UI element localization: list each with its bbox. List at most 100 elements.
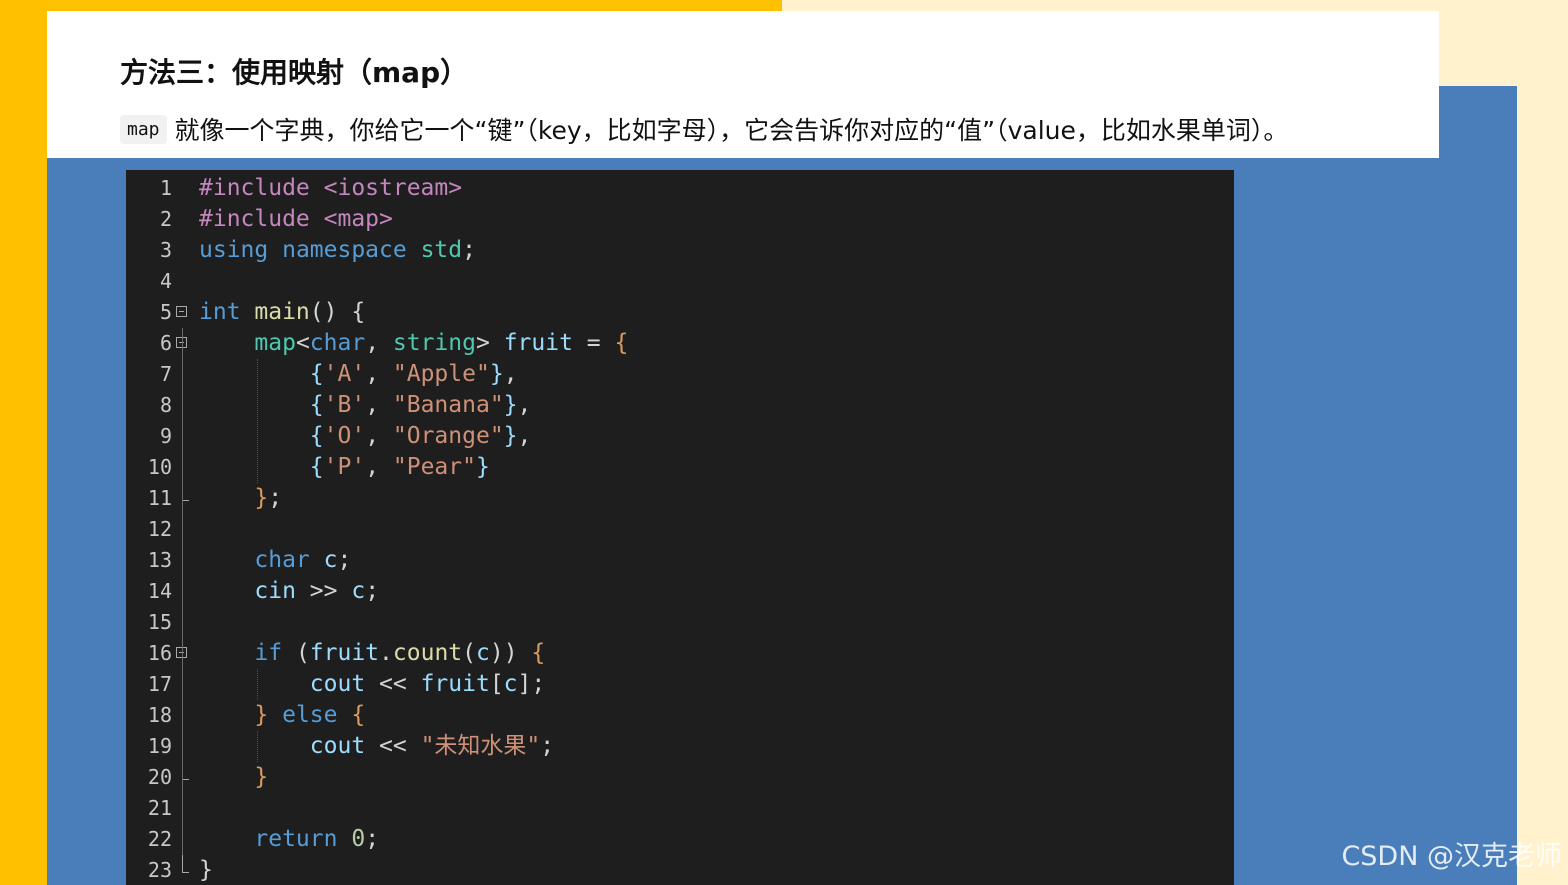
line-number: 7 bbox=[159, 362, 172, 386]
code-token: ; bbox=[462, 237, 476, 263]
code-token: >> bbox=[295, 578, 352, 604]
inline-code-map: map bbox=[120, 114, 167, 144]
line-number: 14 bbox=[147, 579, 172, 603]
line-number: 19 bbox=[147, 734, 172, 758]
line-number: 9 bbox=[159, 424, 172, 448]
code-token: #include <iostream> bbox=[199, 175, 463, 201]
code-line: 21 bbox=[126, 793, 1234, 824]
code-token: cout bbox=[309, 733, 366, 759]
line-number: 4 bbox=[159, 269, 172, 293]
code-token: else bbox=[282, 702, 352, 728]
code-text: {'A', "Apple"}, bbox=[199, 359, 518, 390]
code-line: 10 {'P', "Pear"} bbox=[126, 452, 1234, 483]
code-token: )) bbox=[489, 640, 532, 666]
code-token: if bbox=[254, 640, 296, 666]
code-token: , bbox=[517, 392, 532, 418]
code-token: } bbox=[503, 392, 518, 418]
slide-heading: 方法三：使用映射（map） bbox=[120, 56, 469, 89]
code-token: char bbox=[254, 547, 324, 573]
code-text: #include <map> bbox=[199, 204, 393, 235]
code-token: { bbox=[531, 640, 546, 666]
code-token: c bbox=[351, 578, 366, 604]
code-token: = bbox=[572, 330, 615, 356]
code-token: count bbox=[392, 640, 463, 666]
code-token: char bbox=[309, 330, 366, 356]
code-line: 2 #include <map> bbox=[126, 204, 1234, 235]
line-number: 18 bbox=[147, 703, 172, 727]
line-number: 3 bbox=[159, 238, 172, 262]
line-number: 20 bbox=[147, 765, 172, 789]
code-token: "Orange" bbox=[392, 423, 504, 449]
indent-guide bbox=[257, 359, 258, 483]
code-token: ; bbox=[268, 485, 283, 511]
code-token: , bbox=[365, 361, 393, 387]
code-token: return bbox=[254, 826, 352, 852]
code-token: () bbox=[309, 299, 352, 325]
description-text: 就像一个字典，你给它一个“键”（key，比如字母），它会告诉你对应的“值”（va… bbox=[174, 116, 1289, 145]
indent-guide bbox=[257, 669, 258, 700]
code-token: using bbox=[199, 237, 283, 263]
line-number: 23 bbox=[147, 858, 172, 882]
code-token: < bbox=[295, 330, 310, 356]
code-line: 15 bbox=[126, 607, 1234, 638]
code-token: fruit bbox=[309, 640, 380, 666]
code-token: main bbox=[254, 299, 310, 325]
code-token: fruit bbox=[503, 330, 573, 356]
line-number: 5 bbox=[159, 300, 172, 324]
code-line: 17 cout << fruit[c]; bbox=[126, 669, 1234, 700]
accent-bar-left bbox=[0, 0, 47, 885]
code-token: } bbox=[254, 764, 269, 790]
code-token: 0 bbox=[351, 826, 366, 852]
code-text: #include <iostream> bbox=[199, 173, 462, 204]
line-number: 13 bbox=[147, 548, 172, 572]
indent-guide bbox=[257, 731, 258, 762]
slide-description: map 就像一个字典，你给它一个“键”（key，比如字母），它会告诉你对应的“值… bbox=[120, 111, 1288, 147]
line-number: 22 bbox=[147, 827, 172, 851]
code-token: , bbox=[365, 330, 393, 356]
code-editor: 1 #include <iostream> 2 #include <map> 3 usin… bbox=[126, 170, 1234, 885]
line-number: 21 bbox=[147, 796, 172, 820]
line-number: 10 bbox=[147, 455, 172, 479]
code-text: using namespace std; bbox=[199, 235, 476, 266]
fold-end-marker bbox=[182, 762, 189, 780]
code-token: > bbox=[475, 330, 504, 356]
code-token: , bbox=[365, 423, 393, 449]
code-text: cin >> c; bbox=[199, 576, 379, 607]
code-line: 8 {'B', "Banana"}, bbox=[126, 390, 1234, 421]
code-token: , bbox=[365, 454, 393, 480]
watermark: CSDN @汉克老师 bbox=[1341, 841, 1562, 872]
code-line: 18 } else { bbox=[126, 700, 1234, 731]
code-line: 5 int main() { bbox=[126, 297, 1234, 328]
code-token: #include <map> bbox=[199, 206, 393, 232]
code-line: 11 }; bbox=[126, 483, 1234, 514]
code-token: ( bbox=[462, 640, 477, 666]
code-line: 20 } bbox=[126, 762, 1234, 793]
fold-toggle-icon[interactable] bbox=[176, 306, 187, 317]
code-token: , bbox=[503, 361, 518, 387]
code-token: { bbox=[309, 392, 324, 418]
code-token: ; bbox=[540, 733, 555, 759]
code-line: 14 cin >> c; bbox=[126, 576, 1234, 607]
code-token: } bbox=[199, 857, 213, 883]
code-token: << bbox=[365, 671, 421, 697]
code-token: << bbox=[365, 733, 421, 759]
code-token: cout bbox=[309, 671, 366, 697]
code-token: cin bbox=[254, 578, 296, 604]
code-token: } bbox=[254, 702, 283, 728]
code-text: } bbox=[199, 762, 268, 793]
line-number: 8 bbox=[159, 393, 172, 417]
code-token: ; bbox=[365, 826, 380, 852]
code-token: 'O' bbox=[323, 423, 366, 449]
code-token: c bbox=[476, 640, 490, 666]
code-text: {'B', "Banana"}, bbox=[199, 390, 532, 421]
code-line: 7 {'A', "Apple"}, bbox=[126, 359, 1234, 390]
code-token: "Pear" bbox=[392, 454, 476, 480]
code-token: "Apple" bbox=[392, 361, 490, 387]
code-line: 1 #include <iostream> bbox=[126, 173, 1234, 204]
